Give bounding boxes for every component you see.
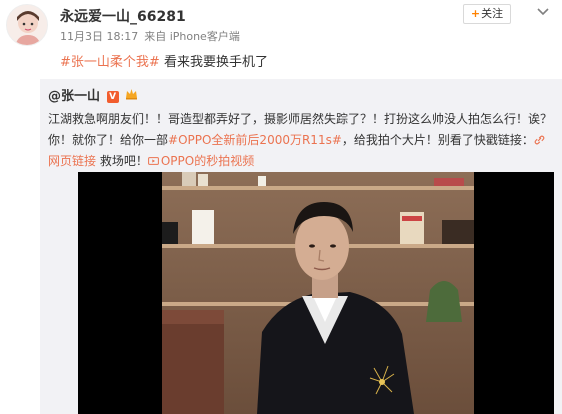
repost-author-line: @张一山 V xyxy=(48,85,138,104)
video-player[interactable] xyxy=(78,172,554,414)
repost-card: @张一山 V 江湖救急啊朋友们！！哥造型都弄好了，摄影师居然失踪了？！打扮这么帅… xyxy=(40,79,562,414)
repost-author[interactable]: @张一山 xyxy=(48,89,100,104)
crown-icon xyxy=(125,88,138,100)
avatar[interactable] xyxy=(6,4,48,46)
follow-label: 关注 xyxy=(481,7,504,20)
repost-text-3: 救场吧！ xyxy=(96,154,148,168)
video-frame xyxy=(162,172,474,414)
chevron-down-icon[interactable] xyxy=(534,4,552,20)
username[interactable]: 永远爱一山_66281 xyxy=(60,6,186,26)
post-meta: 11月3日 18:17 来自 iPhone客户端 xyxy=(60,28,240,44)
video-link-label: OPPO的秒拍视频 xyxy=(160,154,255,168)
post-text: #张一山柔个我# 看来我要换手机了 xyxy=(60,51,268,70)
hashtag-link[interactable]: #OPPO全新前后2000万R11s# xyxy=(168,133,342,147)
video-icon xyxy=(147,157,159,165)
topic-link[interactable]: #张一山柔个我# xyxy=(60,55,160,70)
link-icon xyxy=(534,135,545,145)
video-link[interactable]: OPPO的秒拍视频 xyxy=(147,154,255,168)
verified-v-icon: V xyxy=(106,91,119,103)
weibo-post: 永远爱一山_66281 11月3日 18:17 来自 iPhone客户端 +关注 … xyxy=(0,0,562,414)
post-body: 看来我要换手机了 xyxy=(163,55,268,70)
repost-text-2: ，给我拍个大片！别看了快戳链接： xyxy=(341,133,534,147)
post-time[interactable]: 11月3日 18:17 xyxy=(60,30,138,43)
follow-button[interactable]: +关注 xyxy=(463,4,511,24)
post-source: 来自 iPhone客户端 xyxy=(144,30,240,43)
repost-body: 江湖救急啊朋友们！！哥造型都弄好了，摄影师居然失踪了？！打扮这么帅没人拍怎么行！… xyxy=(48,109,556,172)
web-link-label: 网页链接 xyxy=(48,154,97,168)
plus-icon: + xyxy=(470,7,481,20)
